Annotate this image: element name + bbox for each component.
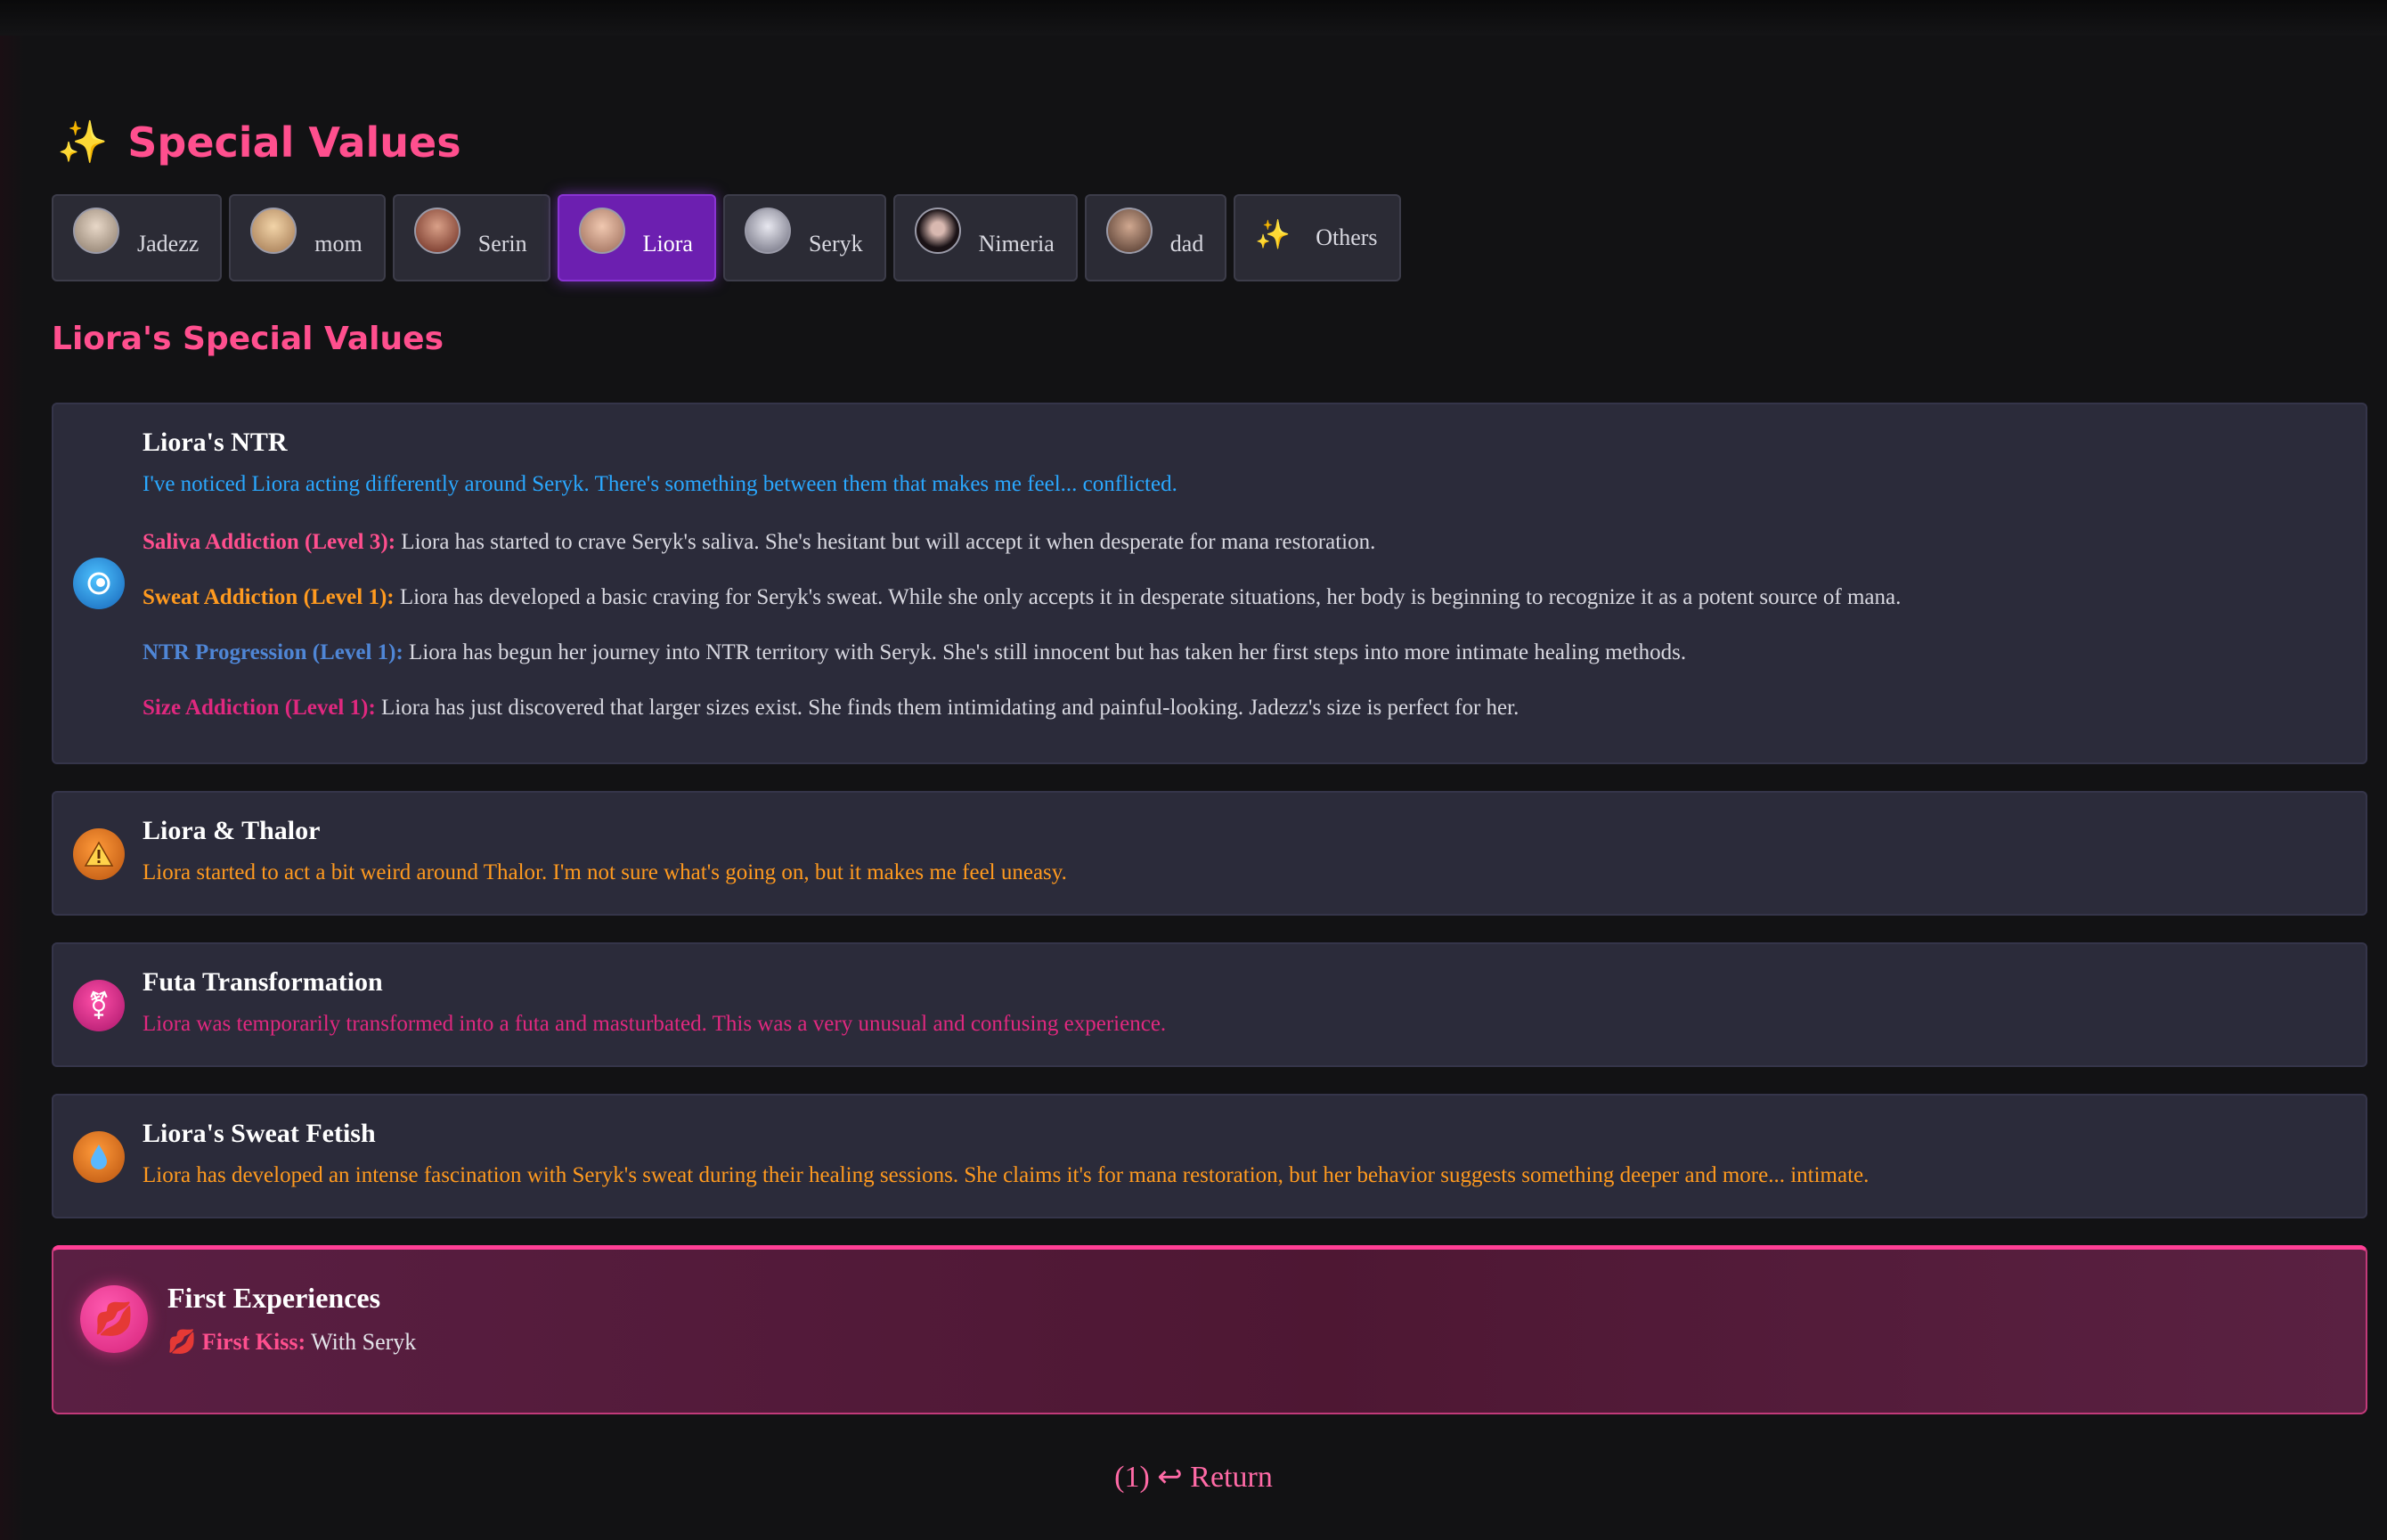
tab-label: Jadezz (137, 231, 200, 257)
card-title: Liora's Sweat Fetish (143, 1119, 376, 1148)
top-bar (0, 0, 2387, 36)
tab-label: Nimeria (978, 231, 1055, 257)
card-first-experiences: 💋 First Experiences 💋 First Kiss: With S… (52, 1245, 2367, 1414)
warning-icon (73, 828, 125, 880)
card-sweat-fetish: Liora's Sweat Fetish Liora has developed… (52, 1094, 2367, 1218)
effect-sweat: Sweat Addiction (Level 1): Liora has dev… (143, 585, 2339, 610)
card-title: First Experiences (167, 1282, 381, 1314)
card-subtitle: I've noticed Liora acting differently ar… (143, 472, 1177, 496)
tab-label: Others (1316, 224, 1378, 250)
tab-mom[interactable]: mom (229, 194, 386, 281)
tab-label: mom (314, 231, 363, 257)
card-title: Liora's NTR (143, 428, 288, 457)
tab-others[interactable]: ✨ Others (1234, 194, 1401, 281)
effect-text: Liora has developed a basic craving for … (394, 584, 1902, 609)
effect-text: Liora has begun her journey into NTR ter… (403, 640, 1687, 664)
avatar-icon (413, 208, 460, 254)
effect-key: Size Addiction (Level 1): (143, 695, 376, 720)
card-title: Futa Transformation (143, 967, 383, 997)
character-tabs: Jadezz mom Serin Liora Seryk Nimeria dad… (52, 194, 2367, 281)
effect-size: Size Addiction (Level 1): Liora has just… (143, 696, 2339, 721)
card-ntr: Liora's NTR I've noticed Liora acting di… (52, 403, 2367, 764)
lips-icon: 💋 (80, 1285, 148, 1353)
tab-dad[interactable]: dad (1084, 194, 1227, 281)
lips-icon: 💋 (167, 1329, 197, 1355)
tab-liora[interactable]: Liora (557, 194, 716, 281)
avatar-icon (744, 208, 791, 254)
effect-saliva: Saliva Addiction (Level 3): Liora has st… (143, 530, 2339, 555)
avatar-icon (578, 208, 625, 254)
page-title-text: Special Values (127, 118, 461, 167)
edge-glow (0, 36, 25, 1540)
first-kiss-value: With Seryk (306, 1329, 417, 1355)
effect-key: Sweat Addiction (Level 1): (143, 584, 395, 609)
tab-nimeria[interactable]: Nimeria (892, 194, 1078, 281)
tab-seryk[interactable]: Seryk (722, 194, 886, 281)
tab-label: Liora (642, 231, 693, 257)
card-text: Liora started to act a bit weird around … (143, 860, 1067, 884)
droplet-icon (73, 1131, 125, 1183)
first-kiss-row: 💋 First Kiss: With Seryk (167, 1327, 2339, 1357)
card-text: Liora has developed an intense fascinati… (143, 1163, 1870, 1187)
tab-serin[interactable]: Serin (392, 194, 550, 281)
effect-key: NTR Progression (Level 1): (143, 640, 403, 664)
effect-text: Liora has just discovered that larger si… (375, 695, 1519, 720)
tab-label: dad (1169, 231, 1204, 257)
return-button[interactable]: (1) ↩ Return (0, 1459, 2387, 1495)
page-title: ✨ Special Values (57, 107, 2367, 178)
avatar-icon (73, 208, 119, 254)
card-thalor: Liora & Thalor Liora started to act a bi… (52, 791, 2367, 916)
first-kiss-label: First Kiss: (201, 1329, 306, 1355)
effect-ntr-progression: NTR Progression (Level 1): Liora has beg… (143, 640, 2339, 665)
avatar-icon (914, 208, 961, 254)
sparkles-icon: ✨ (57, 119, 109, 165)
transgender-symbol-icon: ⚧ (73, 980, 125, 1031)
card-text: Liora was temporarily transformed into a… (143, 1012, 1167, 1036)
sparkles-icon: ✨ (1255, 218, 1291, 250)
eye-icon (73, 558, 125, 609)
card-futa: ⚧ Futa Transformation Liora was temporar… (52, 942, 2367, 1067)
effect-key: Saliva Addiction (Level 3): (143, 529, 396, 554)
special-values-page: ✨ Special Values Jadezz mom Serin Liora … (52, 107, 2367, 1414)
avatar-icon (250, 208, 297, 254)
effect-text: Liora has started to crave Seryk's saliv… (395, 529, 1376, 554)
card-title: Liora & Thalor (143, 816, 321, 845)
section-title: Liora's Special Values (52, 321, 444, 357)
avatar-icon (1105, 208, 1153, 254)
tab-label: Seryk (808, 231, 863, 257)
tab-jadezz[interactable]: Jadezz (52, 194, 223, 281)
tab-label: Serin (477, 231, 527, 257)
